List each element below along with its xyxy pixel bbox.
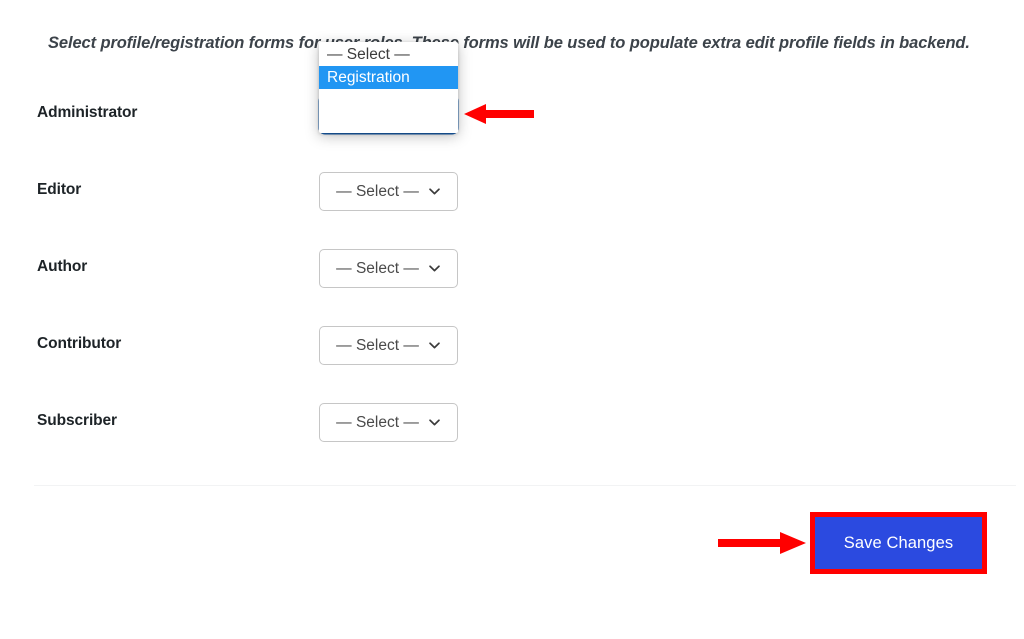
role-row-editor: Editor — Select — — [0, 172, 1024, 249]
form-select-subscriber-value: — Select — — [336, 413, 419, 431]
chevron-down-icon — [428, 185, 441, 198]
arrow-left-icon — [464, 103, 534, 125]
role-row-subscriber: Subscriber — Select — — [0, 403, 1024, 480]
save-changes-label: Save Changes — [843, 533, 954, 552]
role-label-editor: Editor — [37, 181, 82, 198]
form-select-contributor[interactable]: — Select — — [319, 326, 458, 365]
dropdown-panel-filler — [319, 89, 458, 133]
form-select-author[interactable]: — Select — — [319, 249, 458, 288]
chevron-down-icon — [428, 416, 441, 429]
form-select-editor-value: — Select — — [336, 182, 419, 200]
role-label-subscriber: Subscriber — [37, 412, 117, 429]
chevron-down-icon — [428, 339, 441, 352]
settings-page: Select profile/registration forms for us… — [0, 0, 1024, 639]
chevron-down-icon — [428, 262, 441, 275]
form-select-contributor-value: — Select — — [336, 336, 419, 354]
dropdown-option-registration[interactable]: Registration — [319, 66, 458, 89]
role-label-contributor: Contributor — [37, 335, 122, 352]
role-row-author: Author — Select — — [0, 249, 1024, 326]
role-form-rows: Administrator Registration Editor — Sele… — [0, 95, 1024, 480]
form-select-editor[interactable]: — Select — — [319, 172, 458, 211]
form-select-administrator-dropdown[interactable]: — Select — Registration — [319, 42, 458, 133]
form-select-subscriber[interactable]: — Select — — [319, 403, 458, 442]
page-description: Select profile/registration forms for us… — [48, 34, 970, 52]
save-changes-button[interactable]: Save Changes — [810, 512, 987, 574]
role-label-administrator: Administrator — [37, 104, 138, 121]
role-row-contributor: Contributor — Select — — [0, 326, 1024, 403]
section-divider — [34, 485, 1016, 486]
dropdown-option-select[interactable]: — Select — — [319, 43, 458, 66]
form-select-author-value: — Select — — [336, 259, 419, 277]
arrow-right-icon — [718, 531, 806, 555]
role-label-author: Author — [37, 258, 88, 275]
